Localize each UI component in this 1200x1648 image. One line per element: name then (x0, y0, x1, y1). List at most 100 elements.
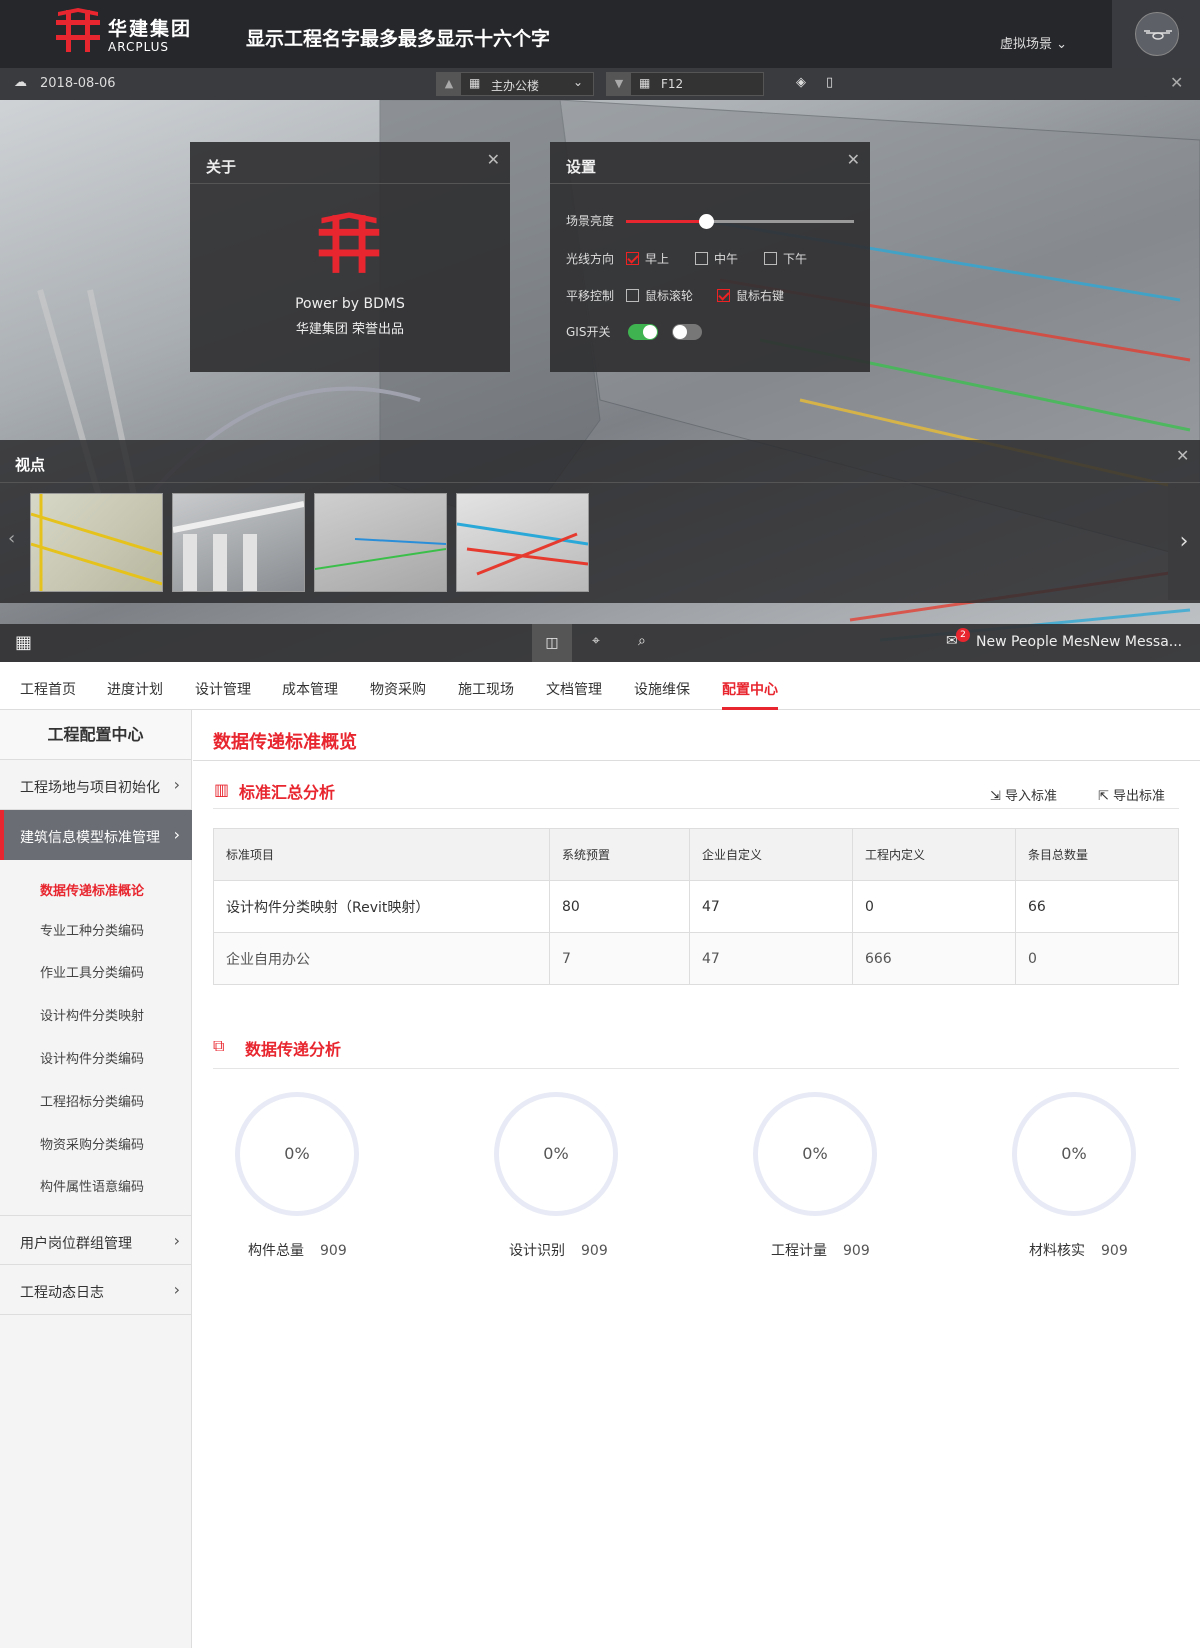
viewpoint-thumbnail[interactable] (314, 493, 447, 592)
pan-right-click-checkbox[interactable] (717, 289, 731, 302)
light-noon-checkbox[interactable] (695, 252, 709, 265)
close-icon[interactable]: ✕ (1176, 446, 1189, 465)
light-morning-checkbox[interactable] (626, 252, 640, 265)
logo: 华建集团 ARCPLUS (54, 8, 194, 58)
chevron-left-icon[interactable]: ‹ (8, 528, 15, 549)
building-select[interactable]: ▲ ▦ 主办公楼 ⌄ (436, 72, 594, 96)
tab-config-center[interactable]: 配置中心 (722, 679, 778, 699)
close-icon[interactable]: ✕ (1170, 73, 1183, 92)
export-button[interactable]: ⇱ 导出标准 (1098, 785, 1165, 804)
logo-subtext: ARCPLUS (108, 40, 170, 54)
sidebar-subitem[interactable]: 物资采购分类编码 (40, 1134, 144, 1153)
power-by-text: Power by BDMS (295, 296, 405, 312)
message-ticker[interactable]: New People MesNew Messa... (976, 634, 1182, 650)
stat-label: 材料核实 909 (1029, 1240, 1128, 1260)
mobile-icon[interactable]: ▯ (826, 75, 833, 90)
table-cell: 0 (1014, 932, 1180, 985)
chevron-right-icon: › (173, 1280, 180, 1299)
sidebar-subitem[interactable]: 设计构件分类映射 (40, 1005, 144, 1024)
table-header: 系统预置 (549, 828, 690, 881)
tab-schedule[interactable]: 进度计划 (107, 679, 163, 699)
sidebar-item-activity-log[interactable]: 工程动态日志 › (0, 1265, 192, 1315)
credit-text: 华建集团 荣誉出品 (295, 322, 405, 337)
drone-icon (1144, 30, 1172, 40)
cloud-icon: ☁ (14, 75, 27, 90)
table-row[interactable]: 设计构件分类映射（Revit映射） 80 47 0 66 (213, 880, 1180, 933)
viewpoint-image (314, 538, 447, 570)
tab-project-home[interactable]: 工程首页 (20, 679, 76, 699)
project-title: 显示工程名字最多最多显示十六个字 (246, 28, 551, 50)
tab-design[interactable]: 设计管理 (195, 679, 251, 699)
page-title: 数据传递标准概览 (213, 732, 357, 753)
avatar[interactable] (1135, 12, 1179, 56)
viewpoint-thumbnail[interactable] (30, 493, 163, 592)
active-tab-indicator (722, 707, 778, 710)
table-row[interactable]: 企业自用办公 7 47 666 0 (213, 932, 1180, 985)
pan-control-label: 平移控制 (566, 289, 615, 303)
top-header: 华建集团 ARCPLUS 显示工程名字最多最多显示十六个字 虚拟场景 ⌄ (0, 0, 1200, 68)
tab-maintenance[interactable]: 设施维保 (634, 679, 690, 699)
light-direction-row: 光线方向 早上 中午 下午 (566, 250, 807, 267)
sidebar-subitem[interactable]: 构件属性语意编码 (40, 1176, 144, 1195)
slider-handle[interactable] (698, 213, 714, 229)
sidebar-subitem-overview[interactable]: 数据传递标准概论 (40, 880, 144, 899)
sidebar-item-bim-standard[interactable]: 建筑信息模型标准管理 › (0, 810, 192, 860)
chevron-right-icon[interactable]: › (1168, 484, 1200, 600)
sidebar-item-site-init[interactable]: 工程场地与项目初始化 › (0, 760, 192, 810)
import-button[interactable]: ⇲ 导入标准 (990, 785, 1057, 804)
viewpoint-thumbnail[interactable] (172, 493, 305, 592)
progress-ring-materials: 0% (1012, 1092, 1136, 1216)
data-transfer-icon: ⧉ (213, 1036, 225, 1055)
sidebar-subitem[interactable]: 工程招标分类编码 (40, 1091, 144, 1110)
about-title: 关于 (190, 142, 510, 184)
table-header: 企业自定义 (688, 828, 853, 881)
table-header: 工程内定义 (851, 828, 1016, 881)
layers-icon[interactable]: ◈ (796, 75, 806, 90)
chevron-right-icon: › (173, 1231, 180, 1250)
arrow-up-icon[interactable]: ▲ (437, 73, 461, 95)
import-label: 导入标准 (1005, 789, 1058, 804)
tab-documents[interactable]: 文档管理 (546, 679, 602, 699)
scene-dropdown[interactable]: 虚拟场景 ⌄ (1000, 33, 1067, 52)
section-title-transfer: 数据传递分析 (245, 1040, 342, 1059)
arrow-down-icon[interactable]: ▼ (607, 73, 631, 95)
map-pin-icon[interactable]: ⌖ (592, 633, 600, 649)
gis-toggle-off[interactable] (672, 323, 703, 340)
table-cell: 设计构件分类映射（Revit映射） (213, 880, 550, 933)
about-panel: 关于 ✕ Power by BDMS 华建集团 荣誉出品 (190, 142, 510, 372)
tab-cost[interactable]: 成本管理 (282, 679, 338, 699)
sidebar-subitem[interactable]: 设计构件分类编码 (40, 1048, 144, 1067)
close-icon[interactable]: ✕ (847, 150, 860, 169)
sidebar-subitem[interactable]: 作业工具分类编码 (40, 962, 144, 981)
split-view-icon[interactable]: ◫ (532, 624, 572, 662)
sidebar-item-user-groups[interactable]: 用户岗位群组管理 › (0, 1215, 192, 1265)
light-afternoon-checkbox[interactable] (764, 252, 778, 265)
progress-ring-quantity: 0% (753, 1092, 877, 1216)
sidebar-subitem[interactable]: 专业工种分类编码 (40, 920, 144, 939)
table-header: 条目总数量 (1014, 828, 1180, 881)
section-title-summary: 标准汇总分析 (239, 783, 336, 802)
light-direction-label: 光线方向 (566, 252, 615, 266)
tab-procurement[interactable]: 物资采购 (370, 679, 426, 699)
date-label: 2018-08-06 (40, 76, 116, 91)
viewpoint-image (30, 494, 163, 591)
search-list-icon[interactable]: ⌕ (638, 633, 646, 649)
tab-site[interactable]: 施工现场 (458, 679, 514, 699)
pan-option-label: 鼠标滚轮 (645, 289, 694, 303)
table-cell: 80 (549, 880, 690, 933)
close-icon[interactable]: ✕ (487, 150, 500, 169)
brightness-slider[interactable] (626, 213, 855, 229)
chevron-down-icon: ⌄ (1056, 37, 1068, 52)
floor-select[interactable]: ▼ ▦ F12 (606, 72, 764, 96)
table-cell: 0 (851, 880, 1016, 933)
pan-wheel-checkbox[interactable] (626, 289, 640, 302)
gis-toggle-on[interactable] (628, 323, 659, 340)
light-option-label: 下午 (783, 252, 808, 266)
viewpoint-thumbnail[interactable] (456, 493, 589, 592)
viewpoints-title: 视点 (15, 456, 46, 474)
grid-icon[interactable]: ▦ (15, 632, 32, 653)
user-menu[interactable] (1112, 0, 1200, 68)
table-header-row: 标准项目 系统预置 企业自定义 工程内定义 条目总数量 (213, 828, 1180, 881)
viewpoint-image (172, 501, 305, 591)
chevron-down-icon: ⌄ (573, 75, 584, 89)
